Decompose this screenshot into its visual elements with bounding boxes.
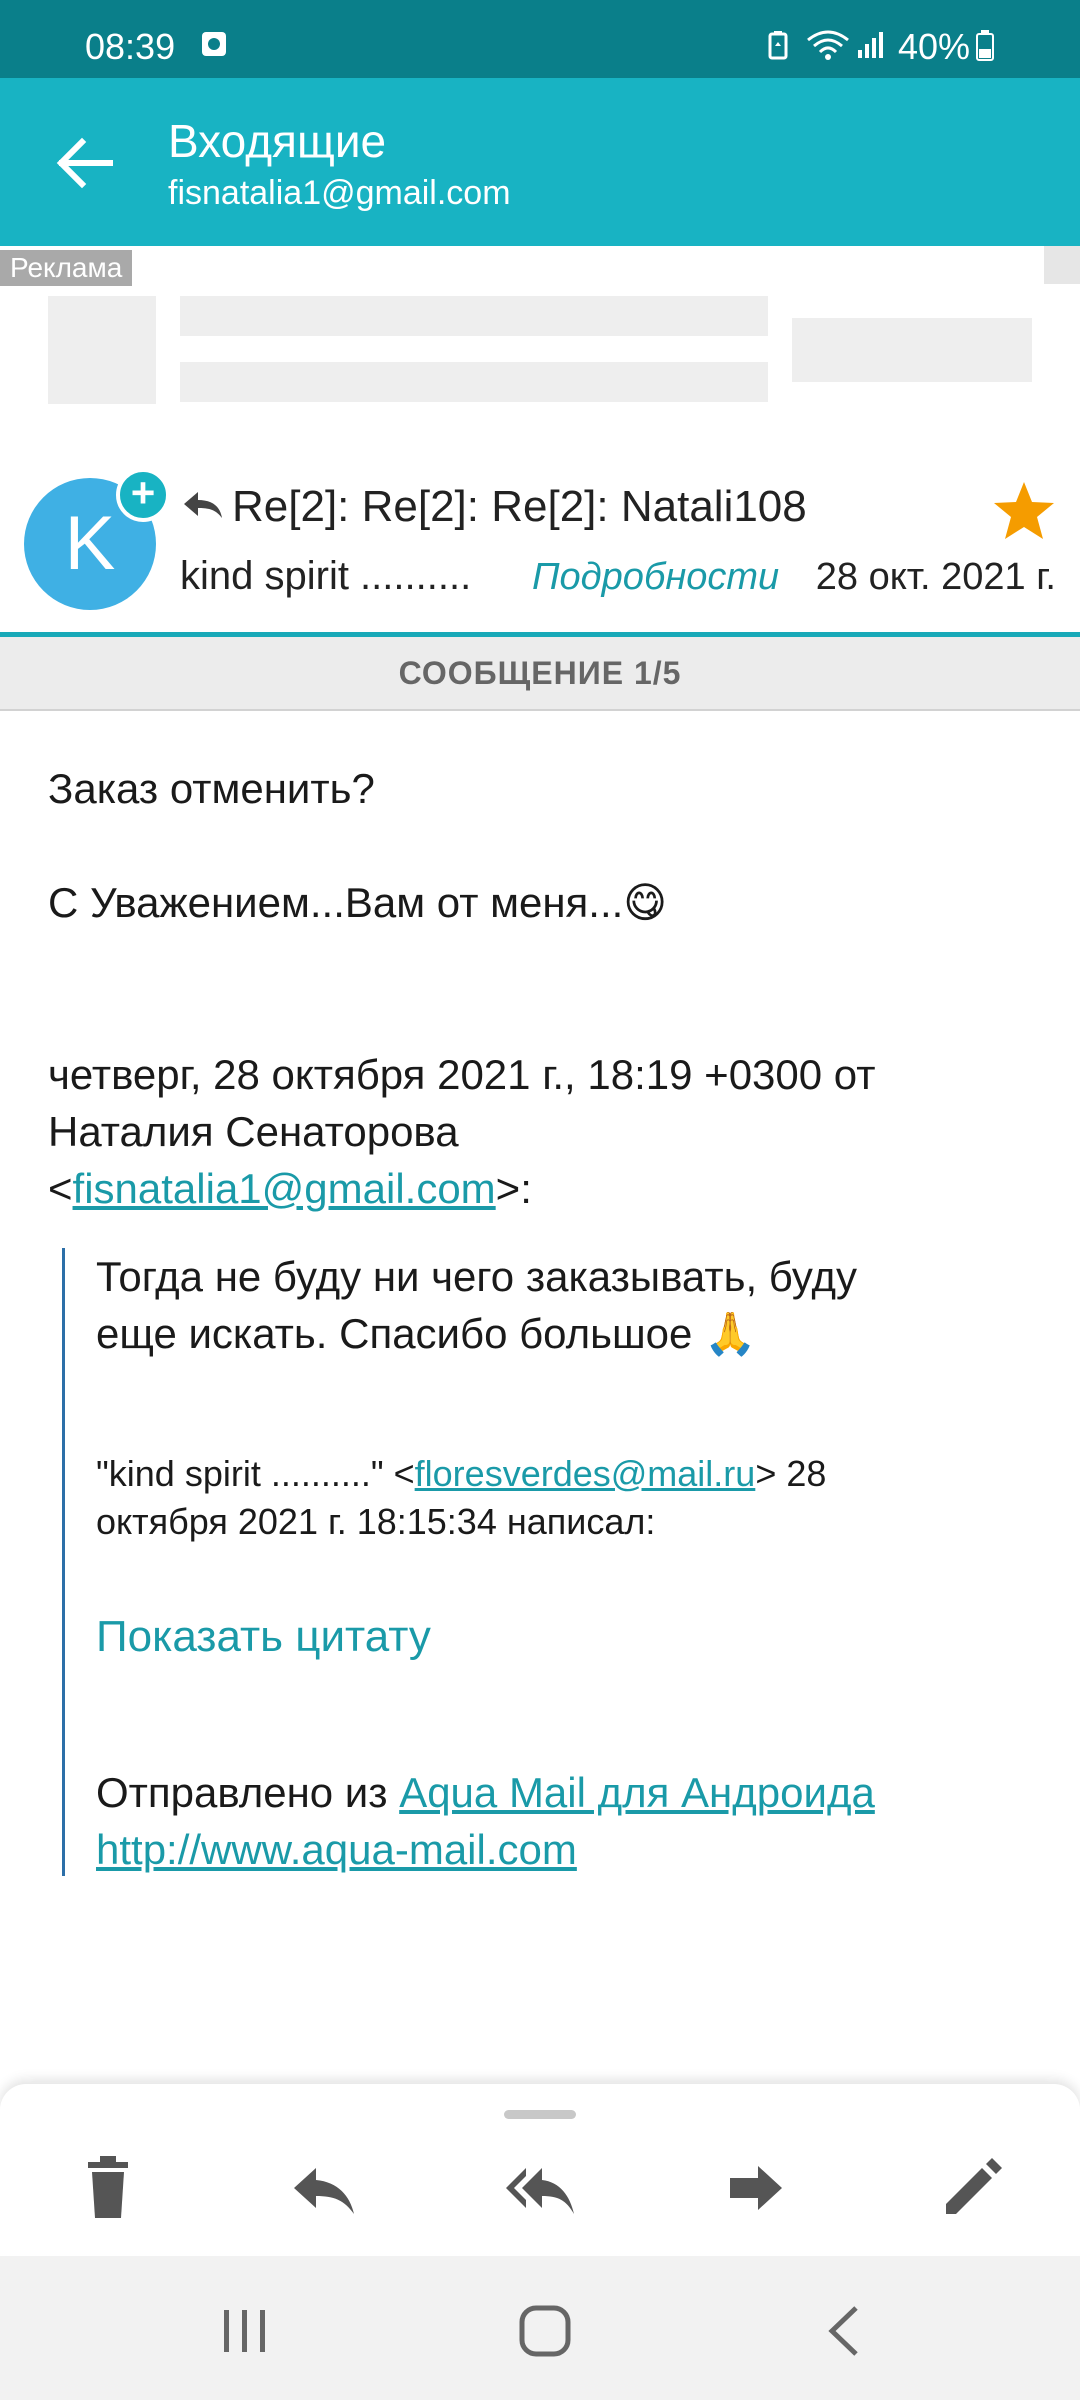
drag-handle[interactable]	[504, 2110, 576, 2119]
message-header: K + Re[2]: Re[2]: Re[2]: Natali108 kind …	[0, 452, 1080, 637]
system-nav-bar	[0, 2256, 1080, 2400]
ad-close-area[interactable]	[1044, 246, 1080, 284]
message-toolbar	[0, 2084, 1080, 2256]
signal-icon	[856, 30, 886, 65]
reply-icon[interactable]	[284, 2148, 364, 2228]
replied-icon	[182, 488, 224, 527]
details-link[interactable]: Подробности	[532, 556, 779, 599]
aqua-mail-site-link[interactable]: http://www.aqua-mail.com	[96, 1826, 577, 1873]
ad-button-placeholder	[792, 318, 1032, 382]
signature-line-1: Отправлено из Aqua Mail для Андроида	[96, 1764, 875, 1821]
ad-image-placeholder	[48, 296, 156, 404]
sent-from-text: Отправлено из	[96, 1769, 400, 1816]
body-line-2: С Уважением...Вам от меня...😋	[48, 879, 668, 926]
message-subject: Re[2]: Re[2]: Re[2]: Natali108	[232, 482, 807, 531]
star-icon[interactable]	[992, 480, 1056, 547]
ad-title-placeholder	[180, 296, 768, 336]
home-icon[interactable]	[510, 2296, 580, 2366]
attribution-line-1: "kind spirit .........." <floresverdes@m…	[96, 1450, 826, 1498]
app-bar: Входящие fisnatalia1@gmail.com	[0, 78, 1080, 246]
folder-title: Входящие	[168, 115, 387, 167]
battery-percent: 40%	[897, 26, 970, 67]
reply-header-line-2: Наталия Сенаторова	[48, 1108, 459, 1155]
show-quote-button[interactable]: Показать цитату	[96, 1612, 431, 1662]
message-counter[interactable]: СООБЩЕНИЕ 1/5	[0, 637, 1080, 711]
attribution-prefix: "kind spirit .........." <	[96, 1453, 415, 1494]
attribution-line-2: октября 2021 г. 18:15:34 написал:	[96, 1501, 656, 1542]
status-bar: 08:39 40%	[0, 0, 1080, 78]
status-time: 08:39	[85, 26, 176, 67]
forward-icon[interactable]	[716, 2148, 796, 2228]
screenshot-icon	[200, 30, 228, 63]
delete-icon[interactable]	[68, 2148, 148, 2228]
quote-bar	[62, 1248, 65, 1876]
reply-lt: <	[48, 1165, 73, 1212]
reply-all-icon[interactable]	[500, 2148, 580, 2228]
add-contact-icon[interactable]: +	[116, 468, 170, 522]
body-line-1: Заказ отменить?	[48, 765, 375, 812]
reply-gt: >:	[495, 1165, 532, 1212]
account-email: fisnatalia1@gmail.com	[168, 174, 511, 212]
aqua-mail-link[interactable]: Aqua Mail для Андроида	[399, 1769, 875, 1816]
quote-line-1: Тогда не буду ни чего заказывать, буду	[96, 1253, 858, 1300]
ad-banner[interactable]: Реклама	[0, 246, 1080, 455]
attribution-email-link[interactable]: floresverdes@mail.ru	[415, 1453, 756, 1494]
back-arrow-icon[interactable]	[50, 128, 120, 198]
reply-email-link[interactable]: fisnatalia1@gmail.com	[73, 1165, 496, 1212]
battery-saver-icon	[766, 30, 790, 65]
quote-line-2: еще искать. Спасибо большое 🙏	[96, 1310, 757, 1357]
message-date: 28 окт. 2021 г.	[815, 556, 1056, 598]
sender-name: kind spirit ..........	[180, 554, 472, 598]
back-icon[interactable]	[810, 2296, 880, 2366]
edit-icon[interactable]	[932, 2148, 1012, 2228]
reply-header-line-3: <fisnatalia1@gmail.com>:	[48, 1160, 532, 1217]
signature-line-2: http://www.aqua-mail.com	[96, 1821, 577, 1878]
wifi-icon	[806, 30, 850, 65]
attribution-suffix: > 28	[755, 1453, 827, 1494]
battery-icon	[974, 30, 996, 67]
recent-apps-icon[interactable]	[210, 2296, 280, 2366]
ad-text-placeholder	[180, 362, 768, 402]
ad-label: Реклама	[0, 250, 133, 286]
reply-header-line-1: четверг, 28 октября 2021 г., 18:19 +0300…	[48, 1051, 876, 1098]
